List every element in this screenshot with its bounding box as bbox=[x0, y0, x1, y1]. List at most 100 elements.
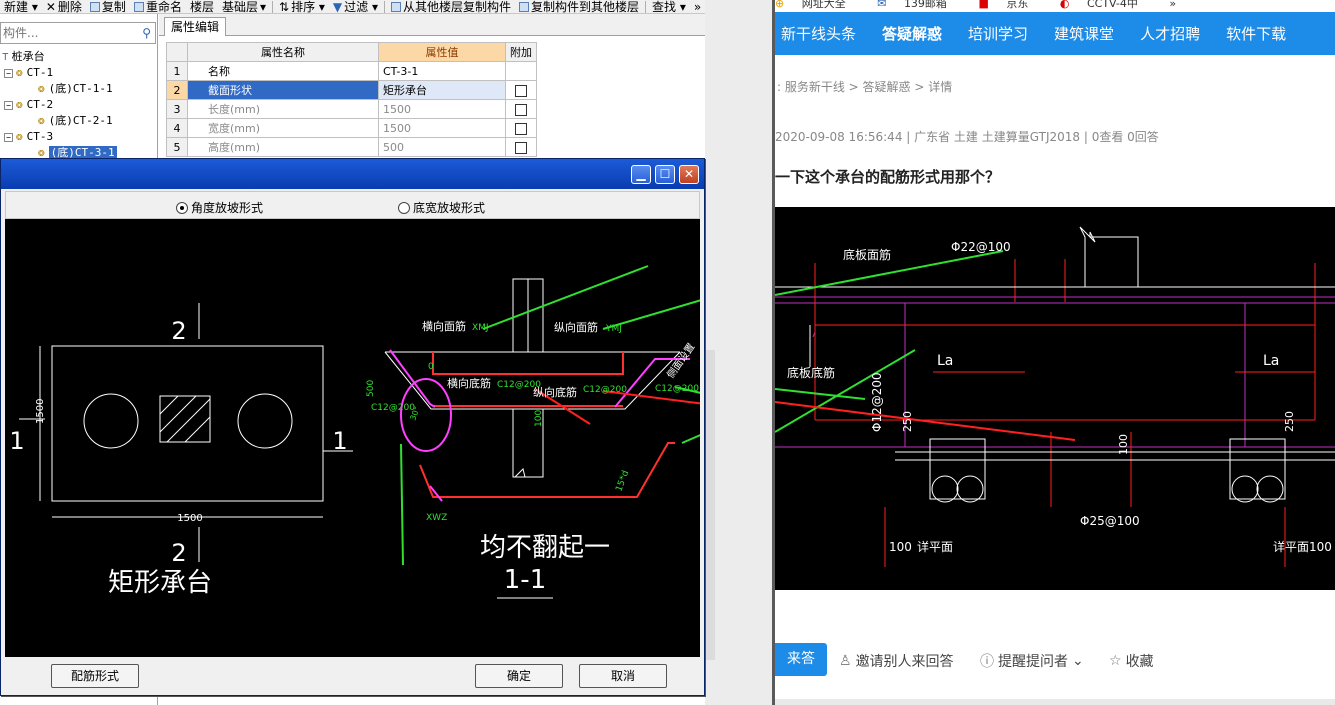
cad-left-dim: 100 bbox=[889, 540, 912, 554]
label-side-left: C12@200 bbox=[371, 403, 415, 413]
drawing-canvas: 2 2 1 1 1500 矩形承台 均不翻起一 1-1 1500 横向面筋 XM… bbox=[5, 219, 700, 657]
cancel-button[interactable]: 取消 bbox=[579, 664, 667, 688]
breadcrumb[interactable]: : 服务新干线 > 答疑解惑 > 详情 bbox=[777, 78, 952, 95]
label-side-set: 侧面设置 bbox=[664, 340, 698, 380]
label-dim-100: 100 bbox=[534, 410, 544, 427]
invite-answer-button[interactable]: ♙ 邀请别人来回答 bbox=[839, 651, 954, 671]
copy-from-floor-button[interactable]: 从其他楼层复制构件 bbox=[387, 0, 515, 13]
cap-plan-outline bbox=[51, 345, 324, 502]
chevron-down-icon: ▾ bbox=[259, 0, 267, 14]
tree-node-ct-1[interactable]: − ❂ CT-1 bbox=[4, 66, 53, 80]
label-bottom-transverse: 横向底筋 bbox=[447, 376, 491, 390]
cad-top-bar: 底板面筋 bbox=[843, 247, 891, 262]
toolbar-overflow-button[interactable]: » bbox=[690, 0, 705, 13]
delete-button[interactable]: ✕ 删除 bbox=[42, 0, 86, 13]
cad-la-right: La bbox=[1263, 353, 1279, 369]
tab-property-edit[interactable]: 属性编辑 bbox=[164, 17, 227, 36]
ok-button[interactable]: 确定 bbox=[475, 664, 563, 688]
section-mark-top: 2 bbox=[171, 317, 186, 345]
tree-node-ct-3[interactable]: − ❂ CT-3 bbox=[4, 130, 53, 144]
search-icon[interactable]: ⚲ bbox=[142, 26, 151, 40]
rebar-form-button[interactable]: 配筋形式 bbox=[51, 664, 139, 688]
table-row[interactable]: 2 截面形状 矩形承台 bbox=[166, 80, 537, 100]
table-row[interactable]: 5 高度(mm) 500 bbox=[166, 137, 537, 157]
table-row[interactable]: 1 名称 CT-3-1 bbox=[166, 61, 537, 81]
rename-icon bbox=[133, 1, 144, 12]
nav-item-qa[interactable]: 答疑解惑 bbox=[876, 23, 948, 44]
tree-root[interactable]: ⊤ 桩承台 bbox=[2, 50, 45, 64]
table-row[interactable]: 4 宽度(mm) 1500 bbox=[166, 118, 537, 138]
extra-checkbox[interactable] bbox=[515, 122, 527, 135]
bookmark-item[interactable]: ■ 京东 bbox=[978, 0, 1042, 10]
bookmark-item[interactable]: ✉ 139邮箱 bbox=[877, 0, 961, 10]
property-value[interactable]: 1500 bbox=[378, 118, 506, 138]
tree-node-ct-1-1[interactable]: ❂ (底)CT-1-1 bbox=[38, 82, 113, 96]
extra-checkbox[interactable] bbox=[515, 141, 527, 154]
collapse-icon[interactable]: − bbox=[4, 68, 13, 78]
row-number: 5 bbox=[166, 137, 188, 157]
filter-icon: ▼ bbox=[332, 0, 343, 14]
close-button[interactable]: ✕ bbox=[679, 165, 699, 184]
bookmark-item[interactable]: ◐ CCTV-4中 bbox=[1060, 0, 1152, 10]
property-value[interactable]: CT-3-1 bbox=[378, 61, 506, 81]
background-area bbox=[705, 0, 775, 705]
nav-item-downloads[interactable]: 软件下载 bbox=[1220, 23, 1292, 44]
nav-item-jobs[interactable]: 人才招聘 bbox=[1134, 23, 1206, 44]
site-nav: 新干线头条 答疑解惑 培训学习 建筑课堂 人才招聘 软件下载 bbox=[775, 12, 1335, 55]
remind-asker-button[interactable]: ⓘ 提醒提问者 ⌄ bbox=[980, 651, 1084, 671]
answer-button[interactable]: 来答 bbox=[775, 643, 827, 676]
component-icon: ❂ bbox=[16, 98, 23, 111]
tree-node-ct-2-1[interactable]: ❂ (底)CT-2-1 bbox=[38, 114, 113, 128]
rebar-lines bbox=[419, 352, 675, 498]
browser-window: ⊕ 网址大全 ✉ 139邮箱 ■ 京东 ◐ CCTV-4中 » 新干线头条 答疑… bbox=[775, 0, 1335, 705]
extra-checkbox[interactable] bbox=[515, 103, 527, 116]
option-angle-slope[interactable]: 角度放坡形式 bbox=[176, 199, 263, 216]
bookmark-item[interactable]: ⊕ 网址大全 bbox=[775, 0, 860, 10]
header-property-name: 属性名称 bbox=[187, 42, 379, 62]
component-search-input[interactable] bbox=[1, 23, 131, 43]
mail-icon: ✉ bbox=[877, 0, 887, 10]
floor-label: 楼层 bbox=[189, 0, 214, 14]
question-drawing[interactable]: 底板面筋 Φ22@100 底板底筋 La La Φ25@100 100 详平面 … bbox=[775, 207, 1335, 590]
dialog-titlebar[interactable]: ▁ ☐ ✕ bbox=[1, 159, 704, 189]
header-property-value: 属性值 bbox=[378, 42, 506, 62]
row-number: 4 bbox=[166, 118, 188, 138]
favorite-button[interactable]: ☆ 收藏 bbox=[1109, 651, 1154, 671]
annotation-arrows bbox=[775, 250, 1004, 433]
sort-button[interactable]: ⇅ 排序 ▾ bbox=[275, 0, 329, 13]
property-value[interactable]: 矩形承台 bbox=[378, 80, 506, 100]
new-button[interactable]: 新建 ▾ bbox=[0, 0, 42, 13]
minimize-button[interactable]: ▁ bbox=[631, 165, 651, 184]
nav-item-training[interactable]: 培训学习 bbox=[962, 23, 1034, 44]
copy-to-floor-button[interactable]: 复制构件到其他楼层 bbox=[515, 0, 643, 13]
extra-checkbox[interactable] bbox=[515, 84, 527, 97]
globe-icon: ⊕ bbox=[775, 0, 785, 10]
cctv-icon: ◐ bbox=[1059, 0, 1070, 10]
rebar-form-dialog: ▁ ☐ ✕ 角度放坡形式 底宽放坡形式 2 2 1 1 1500 矩形承台 均不… bbox=[0, 158, 705, 696]
cad-side-spec: Φ12@200 bbox=[870, 372, 884, 432]
cad-top-bar-spec: Φ22@100 bbox=[951, 240, 1011, 254]
tree-node-ct-2[interactable]: − ❂ CT-2 bbox=[4, 98, 53, 112]
column-hatch bbox=[159, 395, 211, 443]
filter-button[interactable]: ▼ 过滤 ▾ bbox=[329, 0, 382, 14]
bookmarks-bar: ⊕ 网址大全 ✉ 139邮箱 ■ 京东 ◐ CCTV-4中 » bbox=[775, 0, 1335, 12]
label-top-transverse: 横向面筋 bbox=[422, 319, 466, 333]
option-width-slope[interactable]: 底宽放坡形式 bbox=[398, 199, 485, 216]
collapse-icon[interactable]: − bbox=[4, 100, 13, 110]
property-value[interactable]: 1500 bbox=[378, 99, 506, 119]
floor-select[interactable]: 基础层 ▾ bbox=[218, 0, 270, 14]
scrollbar[interactable] bbox=[705, 350, 715, 660]
copy-button[interactable]: 复制 bbox=[86, 0, 130, 13]
label-bottom-longitudinal: 纵向底筋 bbox=[533, 385, 577, 399]
nav-item-headlines[interactable]: 新干线头条 bbox=[775, 23, 862, 44]
rename-button[interactable]: 重命名 bbox=[130, 0, 186, 13]
table-row[interactable]: 3 长度(mm) 1500 bbox=[166, 99, 537, 119]
maximize-button[interactable]: ☐ bbox=[655, 165, 675, 184]
bookmarks-overflow[interactable]: » bbox=[1169, 0, 1176, 10]
collapse-icon[interactable]: − bbox=[4, 132, 13, 142]
nav-item-classroom[interactable]: 建筑课堂 bbox=[1048, 23, 1120, 44]
find-button[interactable]: 查找 ▾ bbox=[648, 0, 690, 13]
label-height: 500 bbox=[366, 380, 376, 397]
property-value[interactable]: 500 bbox=[378, 137, 506, 157]
cad-left-note: 详平面 bbox=[917, 539, 953, 554]
